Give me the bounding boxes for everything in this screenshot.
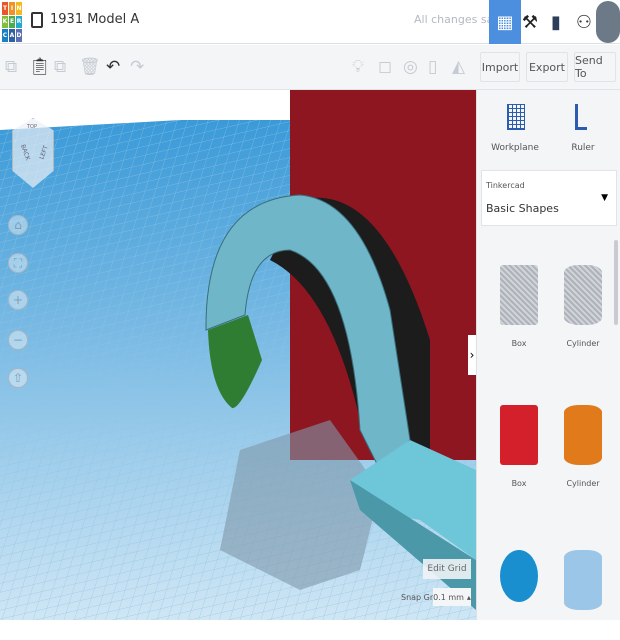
redo-icon[interactable]: ↷: [130, 57, 144, 77]
toolbar: ⧉ 📋︎ ⧉ 🗑︎ ↶ ↷ 💡︎ ◻ ◎ ▯ ◭ Import Export S…: [0, 45, 620, 90]
workplane-icon[interactable]: [507, 104, 525, 130]
zoom-in-icon[interactable]: +: [8, 290, 28, 310]
3d-viewport[interactable]: TOP BACK LEFT ⌂ ⛶ + − ⇧ Edit Grid Snap G…: [0, 90, 476, 620]
shape-label: Cylinder: [566, 479, 600, 488]
edit-grid-button[interactable]: Edit Grid: [423, 559, 471, 579]
library-source: Tinkercad: [486, 181, 525, 190]
top-bar: TINKERCAD 1931 Model A All changes saved…: [0, 0, 620, 44]
shape-label: Box: [511, 339, 527, 348]
shape-thumbnail: [500, 550, 538, 602]
paste-icon[interactable]: 📋︎: [29, 57, 51, 77]
duplicate-icon[interactable]: ⧉: [54, 57, 66, 77]
shape-item[interactable]: [561, 550, 605, 640]
dropdown-arrow-icon: ▼: [601, 193, 608, 203]
undo-icon[interactable]: ↶: [106, 57, 120, 77]
send-to-button[interactable]: Send To: [574, 52, 616, 82]
scrollbar[interactable]: [614, 240, 618, 325]
shape-item[interactable]: Cylinder: [561, 265, 605, 355]
import-button[interactable]: Import: [480, 52, 520, 82]
design-title[interactable]: 1931 Model A: [50, 12, 139, 27]
trash-icon[interactable]: 🗑︎: [79, 57, 101, 77]
shape-item[interactable]: Box: [497, 405, 541, 495]
ruler-label[interactable]: Ruler: [553, 143, 613, 153]
shape-thumbnail: [500, 265, 538, 325]
export-button[interactable]: Export: [526, 52, 568, 82]
shape-thumbnail: [564, 405, 602, 465]
logo-letter: K: [2, 15, 8, 29]
zoom-out-icon[interactable]: −: [8, 330, 28, 350]
logo-letter: I: [9, 2, 15, 15]
shape-label: Cylinder: [566, 339, 600, 348]
shapes-panel: Workplane Ruler Tinkercad Basic Shapes ▼…: [476, 90, 620, 620]
copy-icon[interactable]: ⧉: [5, 57, 17, 77]
tinkercad-logo[interactable]: TINKERCAD: [2, 2, 22, 42]
scene-canvas[interactable]: [0, 90, 476, 620]
workplane-label[interactable]: Workplane: [485, 143, 545, 153]
shape-item[interactable]: Cylinder: [561, 405, 605, 495]
view-cube-left[interactable]: LEFT: [38, 145, 49, 161]
group-icon[interactable]: ◻: [378, 57, 392, 77]
home-view-icon[interactable]: ⌂: [8, 215, 28, 235]
shape-thumbnail: [564, 550, 602, 610]
mirror-icon[interactable]: ◭: [452, 57, 465, 77]
fit-view-icon[interactable]: ⛶: [8, 253, 28, 273]
view-cube-top[interactable]: TOP: [27, 124, 37, 130]
shape-item[interactable]: [497, 550, 541, 640]
align-icon[interactable]: ▯: [428, 57, 437, 77]
snap-grid-select[interactable]: 0.1 mm ▴: [433, 588, 471, 606]
logo-letter: T: [2, 2, 8, 15]
shape-thumbnail: [500, 405, 538, 465]
logo-letter: C: [2, 29, 8, 42]
ruler-icon[interactable]: [575, 104, 587, 130]
logo-letter: A: [9, 29, 15, 42]
logo-letter: D: [16, 29, 22, 42]
caret-icon: ▴: [466, 592, 471, 602]
shape-label: Box: [511, 479, 527, 488]
library-name: Basic Shapes: [486, 202, 559, 215]
view-cube-back[interactable]: BACK: [19, 144, 31, 162]
library-dropdown[interactable]: Tinkercad Basic Shapes ▼: [481, 170, 617, 226]
snap-grid-value: 0.1 mm: [433, 592, 464, 602]
logo-letter: E: [9, 15, 15, 29]
avatar[interactable]: [596, 1, 620, 43]
logo-letter: N: [16, 2, 22, 15]
collapse-panel-handle[interactable]: ›: [468, 335, 476, 375]
shape-item[interactable]: Box: [497, 265, 541, 355]
ungroup-icon[interactable]: ◎: [403, 57, 418, 77]
menu-icon[interactable]: [31, 12, 43, 28]
shape-thumbnail: [564, 265, 602, 325]
perspective-icon[interactable]: ⇧: [8, 368, 28, 388]
logo-letter: R: [16, 15, 22, 29]
lightbulb-icon[interactable]: 💡︎: [352, 57, 364, 77]
